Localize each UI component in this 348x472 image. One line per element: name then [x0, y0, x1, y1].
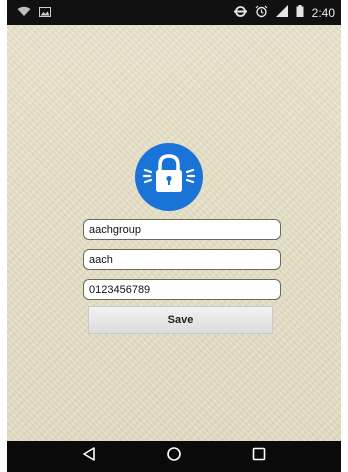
navigation-bar — [7, 441, 341, 472]
battery-icon — [296, 5, 304, 20]
lock-logo — [135, 143, 203, 211]
recents-button[interactable] — [239, 441, 279, 472]
status-left-icons — [17, 6, 51, 20]
image-icon — [39, 6, 51, 20]
phone-field[interactable]: 0123456789 — [83, 279, 281, 300]
back-button[interactable] — [69, 441, 109, 472]
wifi-icon — [17, 6, 31, 20]
recents-icon — [251, 446, 267, 467]
home-icon — [166, 446, 182, 467]
signal-icon — [275, 5, 288, 20]
app-screen: 2:40 aachgroup aach 0123456789 Save — [7, 0, 341, 472]
home-button[interactable] — [154, 441, 194, 472]
status-time: 2:40 — [311, 5, 335, 20]
padlock-icon — [139, 153, 199, 202]
data-saver-icon — [233, 5, 247, 21]
alarm-icon — [255, 5, 268, 21]
username-field[interactable]: aachgroup — [83, 219, 281, 240]
password-field[interactable]: aach — [83, 249, 281, 270]
status-right-icons: 2:40 — [233, 5, 335, 21]
back-icon — [81, 446, 97, 467]
save-button[interactable]: Save — [88, 306, 273, 334]
status-bar: 2:40 — [7, 0, 341, 25]
